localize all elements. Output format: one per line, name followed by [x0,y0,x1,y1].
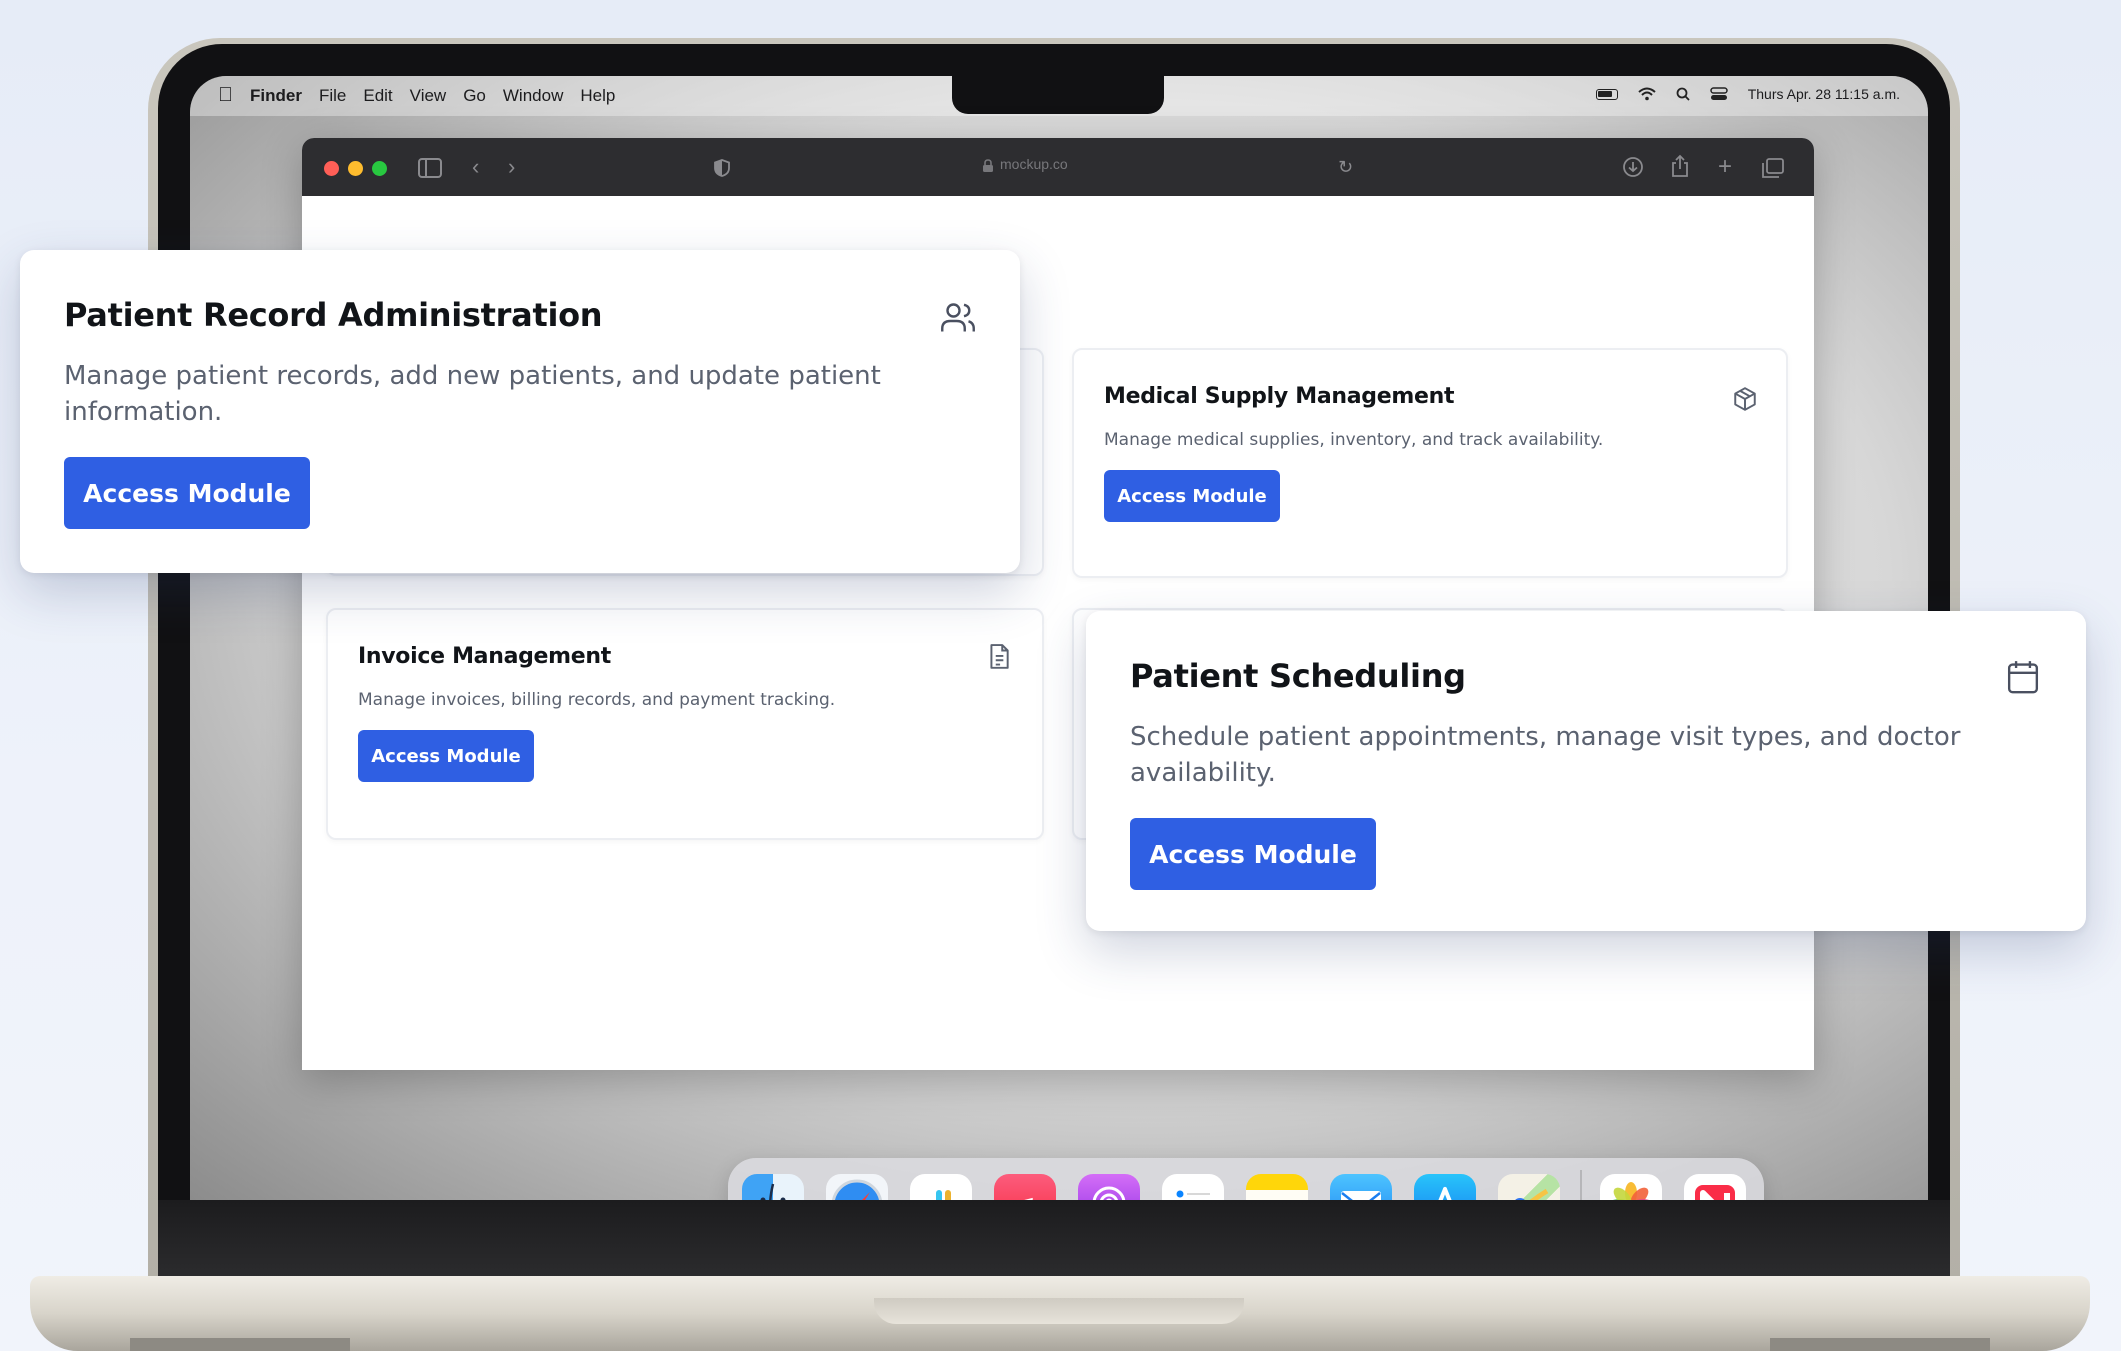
podcasts-icon [1092,1186,1126,1200]
card-title: Patient Scheduling [1130,657,1466,695]
access-patient-records-button[interactable]: Access Module [64,457,310,529]
close-window-button[interactable] [324,161,339,176]
dock-app-reminders[interactable] [1162,1174,1224,1200]
access-invoice-button[interactable]: Access Module [358,730,534,782]
zoom-window-button[interactable] [372,161,387,176]
slack-icon [936,1190,951,1200]
users-icon [941,303,975,332]
menu-file[interactable]: File [319,86,346,106]
screen-bottom-border [158,1200,1950,1282]
card-description: Schedule patient appointments, manage vi… [1130,722,1961,788]
dock-app-podcasts[interactable] [1078,1174,1140,1200]
menu-help[interactable]: Help [580,86,615,106]
back-icon[interactable]: ‹ [472,154,479,180]
dock-app-slack[interactable] [910,1174,972,1200]
card-description: Manage patient records, add new patients… [64,361,881,427]
address-bar[interactable]: mockup.co [1000,156,1068,172]
envelope-icon [1341,1191,1381,1200]
dock-app-music[interactable]: ♫ [994,1174,1056,1200]
lock-icon [983,159,993,172]
minimize-window-button[interactable] [348,161,363,176]
laptop-open-groove [874,1298,1244,1324]
app-store-icon [1438,1187,1452,1200]
patient-scheduling-card: Patient Scheduling Schedule patient appo… [1086,611,2086,931]
laptop-foot-right [1770,1338,1990,1351]
dock-app-notes[interactable] [1246,1174,1308,1200]
privacy-shield-icon[interactable] [714,159,730,177]
card-title: Patient Record Administration [64,296,603,334]
status-area: Thurs Apr. 28 11:15 a.m. [1595,86,1900,102]
share-icon[interactable] [1670,154,1690,178]
dock: ♫ [728,1158,1764,1200]
search-icon[interactable] [1676,87,1690,101]
menubar-datetime[interactable]: Thurs Apr. 28 11:15 a.m. [1748,86,1900,102]
forward-icon[interactable]: › [508,154,515,180]
calendar-icon [2007,661,2039,694]
compass-icon [832,1179,882,1200]
menu-view[interactable]: View [410,86,447,106]
access-scheduling-button[interactable]: Access Module [1130,818,1376,890]
laptop-foot-left [130,1338,350,1351]
invoice-management-card: Invoice Management Manage invoices, bill… [326,608,1044,840]
browser-toolbar: ‹ › mockup.co ↻ + [302,138,1814,196]
notes-icon [1254,1182,1300,1200]
access-medical-supply-button[interactable]: Access Module [1104,470,1280,522]
dock-separator [1580,1170,1582,1200]
card-title: Invoice Management [358,644,612,669]
menu-edit[interactable]: Edit [363,86,392,106]
medical-supply-card: Medical Supply Management Manage medical… [1072,348,1788,578]
finder-icon [760,1183,786,1200]
reminders-icon [1176,1190,1210,1198]
sidebar-toggle-icon[interactable] [418,158,442,178]
camera-notch [952,76,1164,114]
dock-app-mail[interactable] [1330,1174,1392,1200]
menu-window[interactable]: Window [503,86,563,106]
document-icon [990,644,1009,669]
photos-icon [1608,1182,1654,1200]
card-description: Manage medical supplies, inventory, and … [1104,430,1604,450]
dock-app-photos[interactable] [1600,1174,1662,1200]
card-description: Manage invoices, billing records, and pa… [358,690,836,710]
menu-go[interactable]: Go [463,86,486,106]
map-pin-icon [1515,1188,1549,1200]
wifi-icon[interactable] [1638,87,1656,101]
music-note-icon: ♫ [1013,1187,1037,1201]
package-icon [1734,387,1756,411]
card-title: Medical Supply Management [1104,384,1455,409]
download-icon[interactable] [1622,156,1644,178]
menu-app-name[interactable]: Finder [250,86,302,106]
tabs-overview-icon[interactable] [1762,158,1784,178]
dock-app-news[interactable] [1684,1174,1746,1200]
patient-records-card: Patient Record Administration Manage pat… [20,250,1020,573]
apple-icon[interactable]:  [218,84,233,107]
new-tab-icon[interactable]: + [1718,154,1732,180]
menu-items: Finder File Edit View Go Window Help [250,86,615,106]
news-icon [1695,1185,1735,1200]
battery-icon[interactable] [1595,88,1618,100]
dock-app-safari[interactable] [826,1174,888,1200]
reload-icon[interactable]: ↻ [1338,154,1353,180]
dock-app-finder[interactable] [742,1174,804,1200]
control-center-icon[interactable] [1709,87,1728,101]
dock-app-maps[interactable] [1498,1174,1560,1200]
dock-app-app-store[interactable] [1414,1174,1476,1200]
